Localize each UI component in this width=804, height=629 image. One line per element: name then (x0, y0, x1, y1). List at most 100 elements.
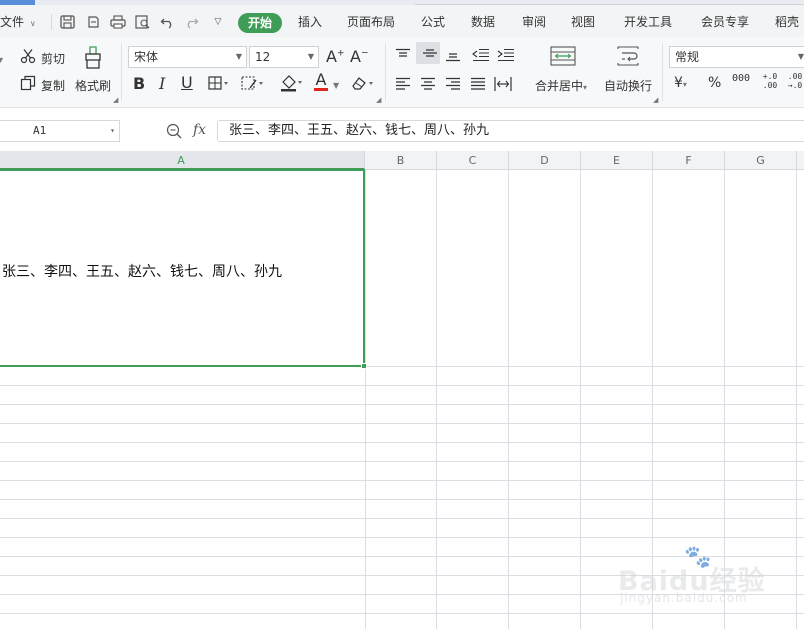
column-header-a[interactable]: A (0, 151, 365, 170)
tab-docer[interactable]: 稻壳 (775, 13, 799, 30)
fill-handle[interactable] (361, 363, 367, 369)
formula-input-text: 张三、李四、王五、赵六、钱七、周八、孙九 (229, 123, 490, 138)
font-name-value: 宋体 (134, 50, 159, 64)
column-header-f-label: F (685, 154, 692, 167)
grid-line (508, 170, 509, 629)
column-header-c[interactable]: C (437, 151, 509, 170)
bold-icon[interactable]: B (133, 74, 145, 93)
increase-decimal-icon[interactable]: +.0 .00 (760, 72, 780, 90)
grid-line (796, 170, 797, 629)
chevron-down-icon: ▼ (307, 52, 314, 61)
percent-format-icon[interactable]: % (708, 75, 721, 91)
zoom-search-icon[interactable] (166, 123, 182, 139)
decrease-decimal-icon[interactable]: .00 →.0 (786, 72, 804, 90)
justify-icon[interactable] (470, 77, 486, 94)
underline-icon[interactable]: U (181, 73, 193, 92)
font-name-select[interactable]: 宋体 ▼ (128, 46, 247, 68)
tab-formulas[interactable]: 公式 (421, 13, 445, 30)
currency-format-icon[interactable]: ¥▾ (674, 75, 687, 91)
print-preview-icon[interactable] (135, 15, 151, 29)
cell-a1[interactable]: 张三、李四、王五、赵六、钱七、周八、孙九 (0, 169, 365, 367)
alignment-dialog-launcher-icon[interactable]: ◢ (653, 96, 658, 104)
column-header-g[interactable]: G (725, 151, 797, 170)
tab-developer-label: 开发工具 (624, 15, 673, 29)
chevron-down-icon[interactable]: ▼ (333, 81, 339, 90)
align-top-icon[interactable] (395, 48, 411, 65)
grid-line (0, 385, 804, 386)
cell-style-icon[interactable] (241, 75, 265, 94)
italic-icon[interactable]: I (159, 74, 165, 93)
name-box[interactable]: A1 ▾ (0, 120, 120, 142)
align-middle-icon[interactable] (416, 42, 440, 64)
tab-developer[interactable]: 开发工具 (624, 13, 672, 30)
grid-line (0, 518, 804, 519)
increase-decimal-label: +.0 .00 (762, 72, 778, 90)
increase-font-size-icon[interactable]: A+ (326, 47, 345, 66)
thousands-separator-icon[interactable]: 000 (732, 73, 750, 84)
merge-center-icon[interactable] (550, 46, 576, 69)
distributed-align-icon[interactable] (494, 76, 512, 95)
decrease-font-size-icon[interactable]: A− (350, 47, 369, 66)
borders-icon[interactable] (208, 76, 230, 93)
tab-insert-label: 插入 (298, 15, 323, 29)
copy-icon[interactable] (20, 75, 36, 94)
column-header-b[interactable]: B (365, 151, 437, 170)
chevron-down-icon: ▼ (797, 52, 804, 61)
column-header-b-label: B (396, 154, 405, 167)
print-icon[interactable] (110, 15, 126, 29)
tab-member[interactable]: 会员专享 (701, 13, 749, 30)
menu-file[interactable]: 文件 ∨ (0, 13, 36, 30)
thousands-separator-label: 000 (732, 73, 751, 84)
decrease-indent-icon[interactable] (472, 48, 490, 65)
column-header-f[interactable]: F (653, 151, 725, 170)
tab-review[interactable]: 审阅 (522, 13, 546, 30)
align-bottom-icon[interactable] (445, 48, 461, 65)
format-painter-icon[interactable] (83, 46, 103, 73)
tab-home[interactable]: 开始 (238, 13, 282, 33)
column-header-g-label: G (756, 154, 765, 167)
wrap-text-icon[interactable] (617, 46, 639, 69)
save-icon[interactable] (60, 15, 76, 29)
ribbon-separator (662, 43, 663, 101)
align-left-icon[interactable] (395, 77, 411, 94)
wrap-text-button[interactable]: 自动换行 (604, 77, 652, 94)
merge-center-button[interactable]: 合并居中▾ (535, 77, 587, 94)
copy-button[interactable]: 复制 (41, 77, 65, 94)
undo-icon[interactable] (160, 15, 176, 29)
currency-format-label: ¥ (674, 75, 683, 91)
font-size-select[interactable]: 12 ▼ (249, 46, 319, 68)
column-header-d[interactable]: D (509, 151, 581, 170)
clipboard-dialog-launcher-icon[interactable]: ◢ (113, 96, 118, 104)
fill-color-icon[interactable] (280, 74, 304, 95)
tab-data[interactable]: 数据 (471, 13, 495, 30)
increase-indent-icon[interactable] (497, 48, 515, 65)
ribbon-home: ▾ 剪切 复制 格式刷 ◢ 宋体 ▼ 12 ▼ A+ A− B I U A ▼ … (0, 37, 804, 108)
spreadsheet-grid[interactable]: A B C D E F G 张三、李四、王五、赵六、钱七、周八、孙九 🐾 Bai… (0, 151, 804, 629)
formula-bar: A1 ▾ fx 张三、李四、王五、赵六、钱七、周八、孙九 (0, 116, 804, 146)
font-color-icon[interactable]: A (314, 72, 328, 91)
chevron-down-icon: ▼ (235, 52, 242, 61)
number-format-select[interactable]: 常规 ▼ (669, 46, 804, 68)
cut-button[interactable]: 剪切 (41, 50, 65, 67)
column-header-c-label: C (468, 154, 477, 167)
tab-formulas-label: 公式 (421, 15, 446, 29)
column-header-e[interactable]: E (581, 151, 653, 170)
font-dialog-launcher-icon[interactable]: ◢ (376, 96, 381, 104)
clear-format-icon[interactable] (350, 75, 376, 94)
paste-dropdown-icon[interactable]: ▾ (0, 55, 3, 66)
column-header-e-label: E (613, 154, 620, 167)
insert-function-button[interactable]: fx (193, 122, 206, 138)
grid-line (0, 404, 804, 405)
redo-icon[interactable] (184, 15, 200, 29)
align-center-icon[interactable] (420, 77, 436, 94)
grid-line (0, 442, 804, 443)
scissors-icon[interactable] (20, 48, 36, 67)
customize-quick-access-icon[interactable]: ▽ (210, 15, 226, 29)
tab-view[interactable]: 视图 (571, 13, 595, 30)
align-right-icon[interactable] (445, 77, 461, 94)
formula-input[interactable]: 张三、李四、王五、赵六、钱七、周八、孙九 (217, 120, 804, 142)
export-pdf-icon[interactable] (86, 15, 102, 29)
format-painter-button[interactable]: 格式刷 (75, 77, 111, 94)
tab-page-layout[interactable]: 页面布局 (347, 13, 395, 30)
tab-insert[interactable]: 插入 (298, 13, 322, 30)
